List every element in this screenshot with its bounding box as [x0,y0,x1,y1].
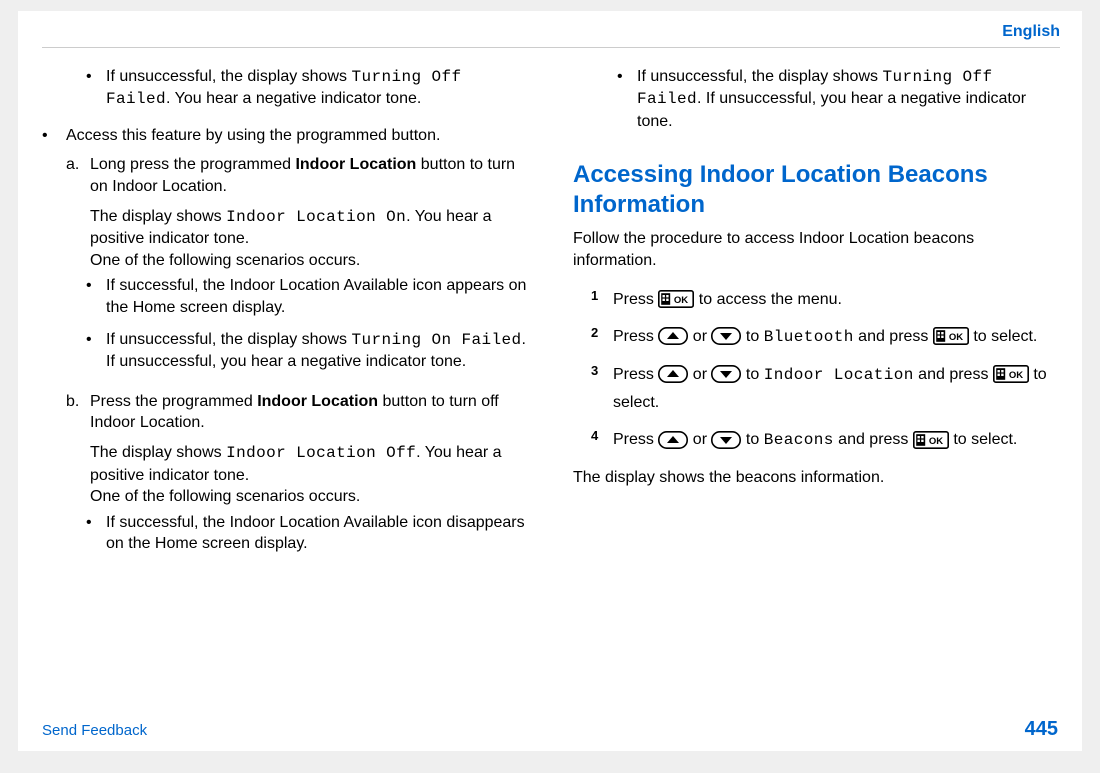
down-button-icon [711,361,741,388]
alpha-label: a. [66,154,90,197]
list-item: 4 Press or to Beacons and press to selec… [591,426,1060,454]
send-feedback-link[interactable]: Send Feedback [42,721,147,741]
body-text: Press the programmed Indoor Location but… [90,391,529,434]
code-text: Turning On Failed [351,331,521,349]
body-text: If unsuccessful, the display shows Turni… [106,329,529,373]
ok-button-icon [933,323,969,350]
bullet-icon: • [86,329,106,373]
list-item: b. Press the programmed Indoor Location … [66,391,529,434]
page-number: 445 [1025,716,1058,743]
ok-button-icon [913,427,949,454]
body-text: If successful, the Indoor Location Avail… [106,275,529,318]
bullet-icon: • [617,66,637,133]
step-number: 1 [591,286,613,313]
document-page: English • If unsuccessful, the display s… [18,11,1082,751]
page-footer: Send Feedback 445 [42,716,1058,743]
code-text: Indoor Location On [226,208,406,226]
code-text: Indoor Location Off [226,444,416,462]
ok-button-icon [658,286,694,313]
body-text: If unsuccessful, the display shows Turni… [106,66,529,111]
bullet-icon: • [42,125,66,147]
body-text: Access this feature by using the program… [66,125,440,147]
list-item: • If successful, the Indoor Location Ava… [86,512,529,555]
list-item: • If successful, the Indoor Location Ava… [86,275,529,318]
down-button-icon [711,323,741,350]
code-text: Beacons [764,431,834,449]
bullet-icon: • [86,66,106,111]
body-text: The display shows Indoor Location Off. Y… [90,442,529,508]
down-button-icon [711,427,741,454]
body-text: The display shows Indoor Location On. Yo… [90,206,529,272]
body-text: Follow the procedure to access Indoor Lo… [573,228,1060,271]
language-label: English [42,21,1060,43]
body-text: Press or to Bluetooth and press to selec… [613,323,1060,351]
body-text: Press or to Beacons and press to select. [613,426,1060,454]
list-item: • If unsuccessful, the display shows Tur… [617,66,1060,133]
body-text: The display shows the beacons informatio… [573,467,1060,489]
body-text: If successful, the Indoor Location Avail… [106,512,529,555]
right-column: • If unsuccessful, the display shows Tur… [573,64,1060,565]
step-number: 4 [591,426,613,454]
ok-button-icon [993,361,1029,388]
bold-text: Indoor Location [257,393,378,410]
list-item: 1 Press to access the menu. [591,286,1060,313]
bold-text: Indoor Location [295,156,416,173]
up-button-icon [658,427,688,454]
code-text: Indoor Location [764,366,914,384]
up-button-icon [658,323,688,350]
list-item: • If unsuccessful, the display shows Tur… [86,66,529,111]
list-item: • Access this feature by using the progr… [42,125,529,147]
content-columns: • If unsuccessful, the display shows Tur… [42,64,1060,565]
list-item: 2 Press or to Bluetooth and press to sel… [591,323,1060,351]
body-text: If unsuccessful, the display shows Turni… [637,66,1060,133]
left-column: • If unsuccessful, the display shows Tur… [42,64,529,565]
list-item: a. Long press the programmed Indoor Loca… [66,154,529,197]
header-rule [42,47,1060,48]
body-text: Press or to Indoor Location and press to… [613,361,1060,416]
body-text: Press to access the menu. [613,286,1060,313]
step-number: 2 [591,323,613,351]
body-text: Long press the programmed Indoor Locatio… [90,154,529,197]
bullet-icon: • [86,275,106,318]
up-button-icon [658,361,688,388]
list-item: 3 Press or to Indoor Location and press … [591,361,1060,416]
bullet-icon: • [86,512,106,555]
section-heading: Accessing Indoor Location Beacons Inform… [573,160,1060,220]
alpha-label: b. [66,391,90,434]
code-text: Bluetooth [764,328,854,346]
list-item: • If unsuccessful, the display shows Tur… [86,329,529,373]
step-number: 3 [591,361,613,416]
